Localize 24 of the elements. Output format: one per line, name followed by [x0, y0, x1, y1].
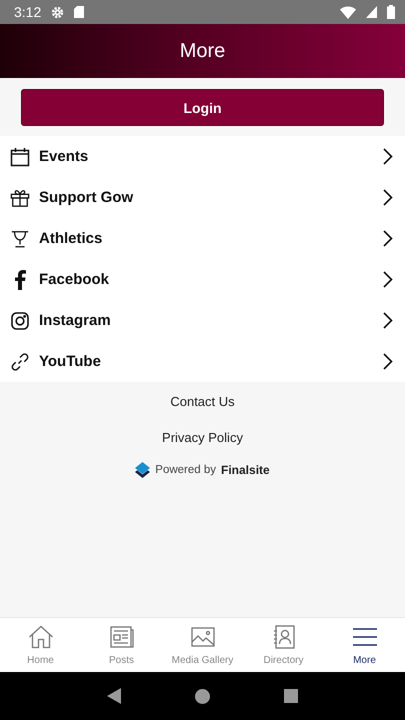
- menu-item[interactable]: Instagram: [0, 300, 405, 341]
- login-button[interactable]: Login: [21, 89, 384, 126]
- footer-link[interactable]: Contact Us: [170, 394, 235, 409]
- nav-tab[interactable]: Posts: [81, 618, 162, 672]
- menu-item[interactable]: Support Gow: [0, 177, 405, 218]
- menu-label: Athletics: [39, 230, 104, 247]
- menu-item[interactable]: Facebook: [0, 259, 405, 300]
- brand-name: Finalsite: [221, 463, 270, 477]
- clock: 3:12: [14, 4, 42, 20]
- menu-label: Support Gow: [39, 189, 134, 206]
- menu-item[interactable]: Events: [0, 136, 405, 177]
- menu-item[interactable]: Athletics: [0, 218, 405, 259]
- nav-tab[interactable]: Media Gallery: [162, 618, 243, 672]
- menu-label: Instagram: [39, 312, 112, 329]
- menu-item[interactable]: YouTube: [0, 341, 405, 382]
- page-title: More: [180, 40, 226, 62]
- nav-tab[interactable]: Home: [0, 618, 81, 672]
- powered-by-text: Powered by: [155, 464, 216, 476]
- footer-link[interactable]: Privacy Policy: [162, 430, 243, 445]
- nav-tab[interactable]: More: [324, 618, 405, 672]
- menu-label: Facebook: [39, 271, 110, 288]
- menu-label: YouTube: [39, 353, 102, 370]
- nav-tab[interactable]: Directory: [243, 618, 324, 672]
- menu-label: Events: [39, 148, 90, 165]
